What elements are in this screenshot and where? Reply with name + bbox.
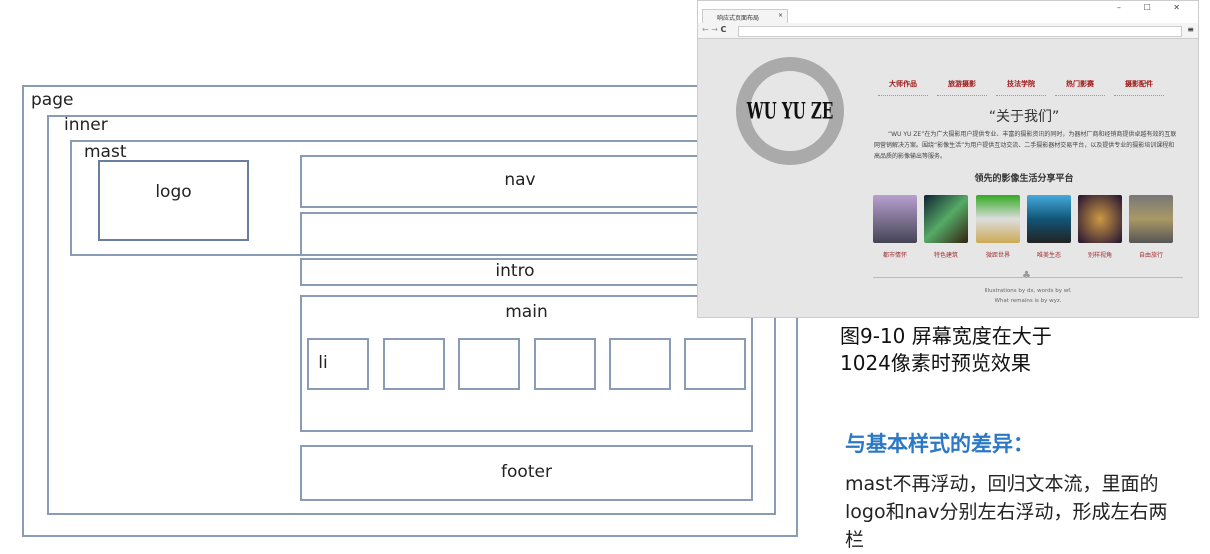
logo-box: logo	[98, 160, 249, 241]
nav-item[interactable]: 摄影配件	[1114, 79, 1164, 96]
main-label: main	[505, 302, 548, 322]
brand-text: WU YU ZE	[746, 97, 834, 125]
footer-credit-1: Illustrations by dx, words by wf.	[984, 288, 1072, 294]
nav-item[interactable]: 大师作品	[878, 79, 928, 96]
window-controls[interactable]: – ☐ ✕	[1117, 3, 1190, 12]
tab-title: 响应式页面布局	[717, 15, 760, 22]
thumbnail-label[interactable]: 唯美生态	[1027, 250, 1071, 259]
caption-line-1: 图9-10 屏幕宽度在大于	[840, 324, 1052, 348]
browser-window: 响应式页面布局 × – ☐ ✕ ← → C ≡ WU YU ZE 大师作品 旅游摄…	[697, 0, 1199, 318]
thumbnail-label[interactable]: 特色建筑	[924, 250, 968, 259]
thumbnail-image[interactable]	[924, 195, 968, 243]
footer-box: footer	[300, 445, 753, 501]
footer-credit-2: What remains is by wyz.	[994, 298, 1062, 304]
li-box	[609, 338, 671, 390]
footer-label: footer	[501, 462, 552, 482]
intro-label: intro	[495, 261, 535, 281]
nav-label: nav	[504, 170, 536, 190]
figure-caption: 图9-10 屏幕宽度在大于 1024像素时预览效果	[840, 323, 1052, 377]
thumbnail-image[interactable]	[1078, 195, 1122, 243]
intro-box: intro	[300, 258, 750, 286]
thumbnail-image[interactable]	[873, 195, 917, 243]
nav-arrows-icon[interactable]: ← → C	[702, 25, 726, 34]
nav-item[interactable]: 热门影赛	[1055, 79, 1105, 96]
thumbnail-image[interactable]	[976, 195, 1020, 243]
platform-title: 领先的影像生活分享平台	[974, 174, 1074, 184]
about-title: “关于我们”	[988, 109, 1060, 125]
thumbnail-image[interactable]	[1027, 195, 1071, 243]
caption-line-2: 1024像素时预览效果	[840, 351, 1031, 375]
li-box: li	[307, 338, 369, 390]
mast-label: mast	[84, 142, 127, 162]
toolbar: ← → C ≡	[698, 23, 1198, 39]
li-box	[458, 338, 520, 390]
menu-icon[interactable]: ≡	[1187, 25, 1194, 34]
address-bar[interactable]	[738, 26, 1182, 37]
page-label: page	[31, 90, 74, 110]
thumbnail-label[interactable]: 都市情怀	[873, 250, 917, 259]
browser-tab[interactable]: 响应式页面布局 ×	[702, 9, 788, 23]
inner-label: inner	[64, 115, 108, 135]
tab-bar: 响应式页面布局 × – ☐ ✕	[698, 1, 1198, 23]
logo-label: logo	[155, 182, 192, 202]
ornament-icon: ♣	[1022, 270, 1031, 281]
nav-empty-box	[300, 212, 750, 256]
site-logo: WU YU ZE	[736, 57, 844, 165]
li-box	[383, 338, 445, 390]
thumbnail-label[interactable]: 微距世界	[976, 250, 1020, 259]
nav-box: nav	[300, 155, 750, 208]
thumbnail-label[interactable]: 别样视角	[1078, 250, 1122, 259]
diff-heading: 与基本样式的差异：	[845, 432, 1034, 456]
diff-text: mast不再浮动，回归文本流，里面的logo和nav分别左右浮动，形成左右两栏	[845, 473, 1168, 551]
thumbnail-label[interactable]: 自由旅行	[1129, 250, 1173, 259]
li-box	[684, 338, 746, 390]
thumbnail-image[interactable]	[1129, 195, 1173, 243]
about-text: “WU YU ZE”在为广大摄影用户提供专业、丰富的摄影资讯的同时，为器材厂商和…	[874, 131, 1177, 160]
nav-item[interactable]: 技法学院	[996, 79, 1046, 96]
nav-item[interactable]: 旅游摄影	[937, 79, 987, 96]
li-label: li	[318, 353, 328, 373]
close-icon[interactable]: ×	[778, 12, 783, 19]
li-box	[534, 338, 596, 390]
